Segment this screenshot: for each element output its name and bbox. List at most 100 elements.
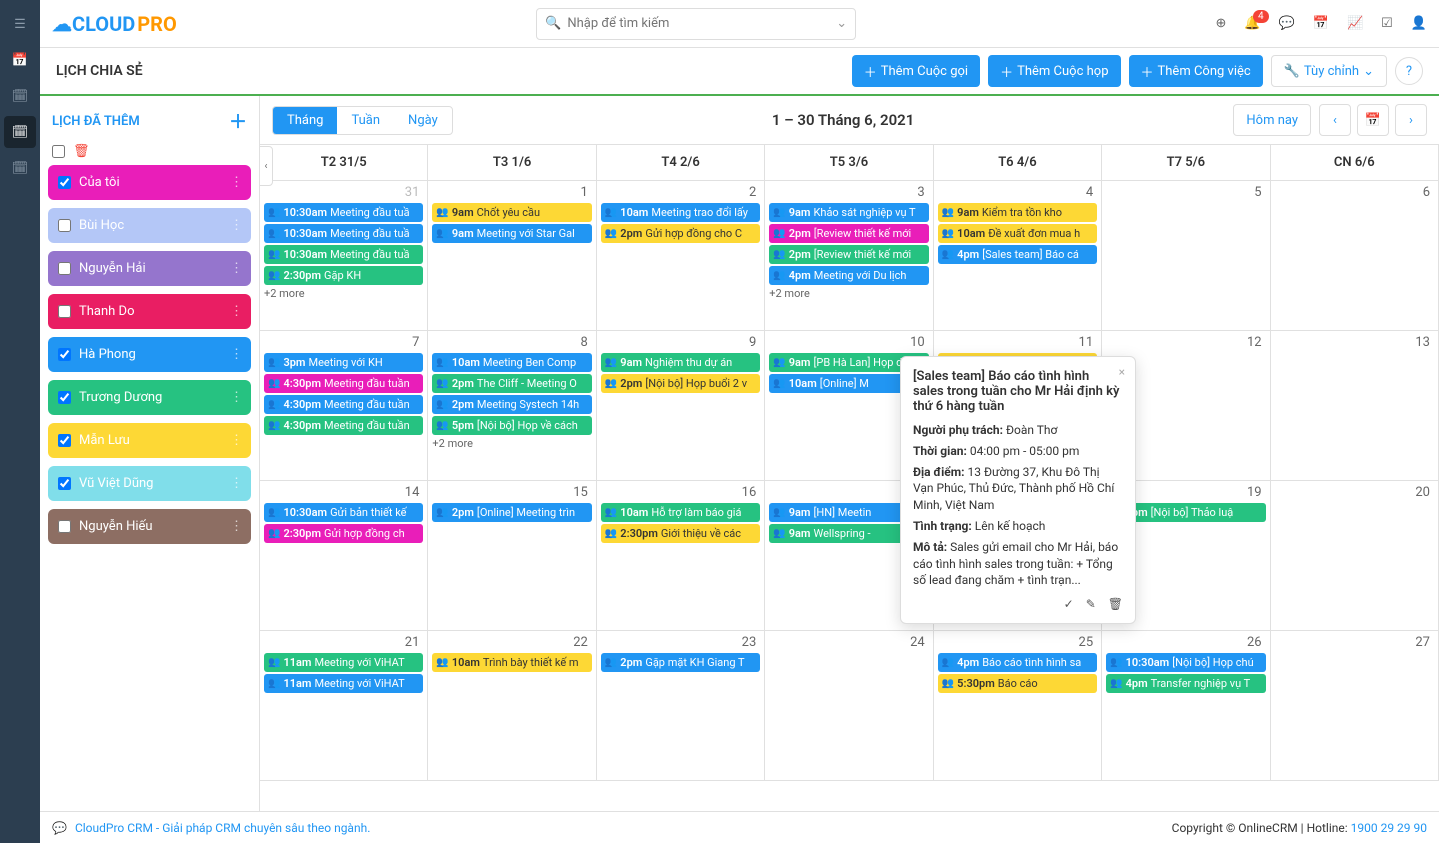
rail-calendar2-icon[interactable]: 🗓 xyxy=(4,80,36,112)
calendar-event[interactable]: 👥 2:30pm Gửi hợp đồng ch xyxy=(264,524,423,543)
complete-icon[interactable]: ✓ xyxy=(1064,597,1074,611)
day-cell[interactable]: 24 xyxy=(765,631,933,781)
day-cell[interactable]: 6 xyxy=(1271,181,1439,331)
day-cell[interactable]: 25👥 4pm Báo cáo tình hình sa👥 5:30pm Báo… xyxy=(934,631,1102,781)
day-cell[interactable]: 14👥 10:30am Gửi bản thiết kế👥 2:30pm Gửi… xyxy=(260,481,428,631)
calendar-event[interactable]: 👥 2pm [Review thiết kế mới xyxy=(769,224,928,243)
trash-icon[interactable]: 🗑 xyxy=(1108,597,1123,611)
rail-menu-icon[interactable]: ☰ xyxy=(4,8,36,40)
calendar-event[interactable]: 👥 10:30am Meeting đầu tuầ xyxy=(264,203,423,222)
calendar-event[interactable]: 👥 2pm The Cliff - Meeting O xyxy=(432,374,591,393)
calendar-event[interactable]: 👥 11am Meeting với ViHAT xyxy=(264,653,423,672)
calendar-event[interactable]: 👥 2pm Gửi hợp đồng cho C xyxy=(601,224,760,243)
add-meeting-button[interactable]: ＋ Thêm Cuộc họp xyxy=(988,55,1120,87)
add-call-button[interactable]: ＋ Thêm Cuộc gọi xyxy=(852,55,980,87)
day-cell[interactable]: 2👥 10am Meeting trao đổi lấy👥 2pm Gửi hợ… xyxy=(597,181,765,331)
more-icon[interactable]: ⋮ xyxy=(230,347,243,362)
calendar-checkbox[interactable] xyxy=(58,348,71,361)
calendar-item[interactable]: Hà Phong⋮ xyxy=(48,337,251,372)
day-cell[interactable]: 16👥 10am Hỗ trợ làm báo giá👥 2:30pm Giới… xyxy=(597,481,765,631)
more-icon[interactable]: ⋮ xyxy=(230,175,243,190)
more-icon[interactable]: ⋮ xyxy=(230,261,243,276)
day-cell[interactable]: 5 xyxy=(1102,181,1270,331)
add-calendar-icon[interactable]: ＋ xyxy=(229,108,247,134)
collapse-sidebar-handle[interactable]: ‹ xyxy=(260,146,273,186)
day-cell[interactable]: 13 xyxy=(1271,331,1439,481)
calendar-checkbox[interactable] xyxy=(58,176,71,189)
day-cell[interactable]: 8👥 10am Meeting Ben Comp👥 2pm The Cliff … xyxy=(428,331,596,481)
user-icon[interactable]: 👤 xyxy=(1411,16,1427,31)
delete-icon[interactable]: 🗑 xyxy=(73,144,90,159)
calendar-event[interactable]: 👥 4:30pm Meeting đầu tuần xyxy=(264,374,423,393)
calendar-event[interactable]: 👥 11am Meeting với ViHAT xyxy=(264,674,423,693)
calendar-event[interactable]: 👥 2pm Gặp mặt KH Giang T xyxy=(601,653,760,672)
calendar-checkbox[interactable] xyxy=(58,434,71,447)
calendar-item[interactable]: Thanh Do⋮ xyxy=(48,294,251,329)
calendar-item[interactable]: Nguyễn Hải⋮ xyxy=(48,251,251,286)
day-cell[interactable]: 1👥 9am Chốt yêu cầu👥 9am Meeting với Sta… xyxy=(428,181,596,331)
more-events-link[interactable]: +2 more xyxy=(769,287,928,300)
calendar-event[interactable]: 👥 9am Chốt yêu cầu xyxy=(432,203,591,222)
day-cell[interactable]: 31👥 10:30am Meeting đầu tuầ👥 10:30am Mee… xyxy=(260,181,428,331)
calendar-event[interactable]: 👥 4pm [Sales team] Báo cá xyxy=(938,245,1097,264)
day-cell[interactable]: 20 xyxy=(1271,481,1439,631)
calendar-event[interactable]: 👥 9am Nghiệm thu dự án xyxy=(601,353,760,372)
calendar-event[interactable]: 👥 10:30am [Nội bộ] Họp chú xyxy=(1106,653,1265,672)
day-cell[interactable]: 23👥 2pm Gặp mặt KH Giang T xyxy=(597,631,765,781)
day-cell[interactable]: 4👥 9am Kiểm tra tồn kho👥 10am Đề xuất đơ… xyxy=(934,181,1102,331)
close-icon[interactable]: × xyxy=(1119,365,1125,379)
calendar-event[interactable]: 👥 10:30am Gửi bản thiết kế xyxy=(264,503,423,522)
calendar-item[interactable]: Trương Dương⋮ xyxy=(48,380,251,415)
day-cell[interactable]: 21👥 11am Meeting với ViHAT👥 11am Meeting… xyxy=(260,631,428,781)
calendar-event[interactable]: 👥 2:30pm Giới thiệu về các xyxy=(601,524,760,543)
chart-icon[interactable]: 📈 xyxy=(1347,16,1363,31)
calendar-event[interactable]: 👥 4pm Báo cáo tình hình sa xyxy=(938,653,1097,672)
calendar-checkbox[interactable] xyxy=(58,305,71,318)
bell-icon[interactable]: 🔔4 xyxy=(1244,16,1260,31)
calendar-checkbox[interactable] xyxy=(58,477,71,490)
add-task-button[interactable]: ＋ Thêm Công việc xyxy=(1129,55,1263,87)
calendar-event[interactable]: 👥 9am Khảo sát nghiệp vụ T xyxy=(769,203,928,222)
calendar-event[interactable]: 👥 2pm [Review thiết kế mới xyxy=(769,245,928,264)
calendar-checkbox[interactable] xyxy=(58,219,71,232)
calendar-event[interactable]: 👥 10am Meeting trao đổi lấy xyxy=(601,203,760,222)
more-events-link[interactable]: +2 more xyxy=(264,287,423,300)
calendar-event[interactable]: 👥 2pm Meeting Systech 14h xyxy=(432,395,591,414)
calendar-event[interactable]: 👥 2:30pm Gặp KH xyxy=(264,266,423,285)
more-icon[interactable]: ⋮ xyxy=(230,433,243,448)
day-cell[interactable]: 26👥 10:30am [Nội bộ] Họp chú👥 4pm Transf… xyxy=(1102,631,1270,781)
select-all-checkbox[interactable] xyxy=(52,145,65,158)
calendar-event[interactable]: 👥 10:30am Meeting đầu tuầ xyxy=(264,224,423,243)
calendar-event[interactable]: 👥 10am Meeting Ben Comp xyxy=(432,353,591,372)
rail-shared-calendar-icon[interactable]: 🗓 xyxy=(4,116,36,148)
messenger-icon[interactable]: 💬 xyxy=(52,821,67,835)
day-cell[interactable]: 22👥 10am Trình bày thiết kế m xyxy=(428,631,596,781)
edit-icon[interactable]: ✎ xyxy=(1086,597,1096,611)
more-icon[interactable]: ⋮ xyxy=(230,476,243,491)
more-icon[interactable]: ⋮ xyxy=(230,304,243,319)
prev-button[interactable]: ‹ xyxy=(1319,104,1351,136)
calendar-event[interactable]: 👥 4pm Transfer nghiệp vụ T xyxy=(1106,674,1265,693)
datepicker-button[interactable]: 📅 xyxy=(1357,104,1389,136)
tab-month[interactable]: Tháng xyxy=(273,107,337,134)
day-cell[interactable]: 3👥 9am Khảo sát nghiệp vụ T👥 2pm [Review… xyxy=(765,181,933,331)
more-icon[interactable]: ⋮ xyxy=(230,218,243,233)
calendar-event[interactable]: 👥 10am Trình bày thiết kế m xyxy=(432,653,591,672)
tab-week[interactable]: Tuần xyxy=(337,107,394,134)
calendar-item[interactable]: Của tôi⋮ xyxy=(48,165,251,200)
customize-button[interactable]: 🔧 Tùy chỉnh ⌄ xyxy=(1271,55,1387,87)
help-icon[interactable]: ? xyxy=(1395,57,1423,85)
calendar-icon[interactable]: 📅 xyxy=(1313,16,1329,31)
calendar-event[interactable]: 👥 5:30pm Báo cáo xyxy=(938,674,1097,693)
calendar-event[interactable]: 👥 5pm [Nội bộ] Họp về cách xyxy=(432,416,591,435)
day-cell[interactable]: 15👥 2pm [Online] Meeting trìn xyxy=(428,481,596,631)
calendar-item[interactable]: Mẫn Lưu⋮ xyxy=(48,423,251,458)
footer-hotline[interactable]: 1900 29 29 90 xyxy=(1351,821,1427,835)
today-button[interactable]: Hôm nay xyxy=(1233,104,1311,136)
day-cell[interactable]: 9👥 9am Nghiệm thu dự án👥 2pm [Nội bộ] Họ… xyxy=(597,331,765,481)
calendar-checkbox[interactable] xyxy=(58,520,71,533)
tab-day[interactable]: Ngày xyxy=(394,107,452,134)
chat-icon[interactable]: 💬 xyxy=(1279,16,1295,31)
search-box[interactable]: 🔍 ⌄ xyxy=(536,8,856,40)
calendar-event[interactable]: 👥 10am Đề xuất đơn mua h xyxy=(938,224,1097,243)
